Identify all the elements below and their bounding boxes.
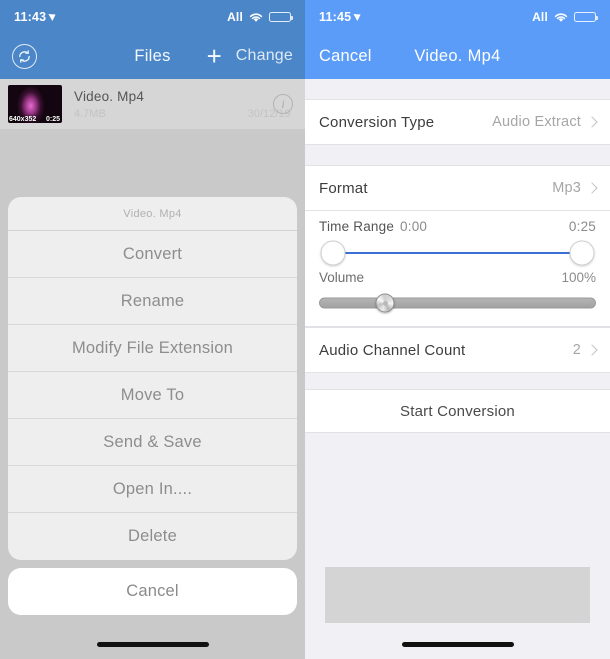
time-range-end-value: 0:25: [568, 219, 596, 234]
left-phone-screen: 11:43 All Files + Change 640x352 0:25 Vi…: [0, 0, 305, 659]
time-range-track-line: [329, 252, 586, 254]
carrier-label: All: [227, 9, 243, 24]
time-range-start-handle[interactable]: [320, 240, 346, 266]
file-sub-row: 4.7MB 30/12/19: [74, 107, 291, 120]
action-sheet-cancel-button[interactable]: Cancel: [8, 568, 297, 615]
thumbnail-resolution-label: 640x352: [9, 116, 37, 123]
location-arrow-icon: [48, 10, 58, 21]
action-sheet-panel: Video. Mp4 Convert Rename Modify File Ex…: [8, 197, 297, 560]
volume-value: 100%: [561, 270, 596, 285]
status-time: 11:45: [319, 9, 352, 24]
row-audio-channel-count[interactable]: Audio Channel Count 2: [305, 327, 610, 373]
chevron-right-icon: [586, 344, 598, 356]
action-sheet-title: Video. Mp4: [8, 197, 297, 231]
format-label: Format: [319, 179, 368, 197]
volume-track: [319, 297, 596, 309]
audio-channel-count-label: Audio Channel Count: [319, 341, 466, 359]
video-thumbnail: 640x352 0:25: [8, 85, 62, 123]
conversion-type-value: Audio Extract: [492, 114, 581, 130]
battery-icon: [574, 11, 598, 22]
wifi-icon: [249, 12, 263, 22]
home-indicator: [96, 642, 209, 647]
chevron-right-icon: [586, 182, 598, 194]
thumbnail-duration-label: 0:25: [45, 116, 60, 123]
volume-handle[interactable]: [375, 293, 395, 313]
home-indicator: [401, 642, 514, 647]
right-nav-bar: Cancel Video. Mp4: [305, 33, 610, 79]
chevron-right-icon: [586, 116, 598, 128]
time-range-slider[interactable]: [319, 240, 596, 266]
ad-banner-placeholder[interactable]: [325, 567, 590, 623]
status-bar-right-group: All: [532, 9, 598, 24]
action-sheet-item-rename[interactable]: Rename: [8, 278, 297, 325]
action-sheet: Video. Mp4 Convert Rename Modify File Ex…: [8, 197, 297, 615]
action-sheet-item-open-in[interactable]: Open In....: [8, 466, 297, 513]
time-range-header: Time Range 0:00 0:25: [319, 219, 596, 234]
add-file-button[interactable]: +: [207, 43, 222, 69]
section-gap: [305, 79, 610, 99]
conversion-type-value-group: Audio Extract: [492, 114, 598, 130]
time-range-label: Time Range: [319, 219, 395, 234]
status-bar-right-group: All: [227, 9, 293, 24]
dual-screenshot-container: 11:43 All Files + Change 640x352 0:25 Vi…: [0, 0, 610, 659]
time-range-start-value: 0:00: [400, 219, 428, 234]
info-icon[interactable]: i: [273, 94, 293, 114]
change-button[interactable]: Change: [236, 47, 293, 65]
right-status-bar: 11:45 All: [305, 0, 610, 33]
status-bar-left-group: 11:45: [319, 9, 363, 24]
action-sheet-item-move-to[interactable]: Move To: [8, 372, 297, 419]
left-nav-bar: Files + Change: [0, 33, 305, 79]
nav-right-group: + Change: [207, 43, 293, 69]
action-sheet-item-modify-file-extension[interactable]: Modify File Extension: [8, 325, 297, 372]
row-format[interactable]: Format Mp3: [305, 165, 610, 211]
audio-channel-count-value: 2: [572, 342, 581, 358]
status-bar-left-group: 11:43: [14, 9, 58, 24]
location-arrow-icon: [353, 10, 363, 21]
left-status-bar: 11:43 All: [0, 0, 305, 33]
audio-channel-count-value-group: 2: [572, 342, 598, 358]
volume-slider[interactable]: [319, 292, 596, 314]
time-range-block: Time Range 0:00 0:25 Volume 100%: [305, 211, 610, 327]
action-sheet-item-delete[interactable]: Delete: [8, 513, 297, 560]
row-conversion-type[interactable]: Conversion Type Audio Extract: [305, 99, 610, 145]
volume-header: Volume 100%: [319, 270, 596, 285]
section-gap: [305, 145, 610, 165]
format-value: Mp3: [552, 180, 581, 196]
action-sheet-item-convert[interactable]: Convert: [8, 231, 297, 278]
file-size-label: 4.7MB: [74, 107, 106, 120]
wifi-icon: [554, 12, 568, 22]
battery-icon: [269, 11, 293, 22]
file-name-label: Video. Mp4: [74, 88, 145, 104]
status-time: 11:43: [14, 9, 47, 24]
right-phone-screen: 11:45 All Cancel Video. Mp4 Conversion T…: [305, 0, 610, 659]
cancel-button[interactable]: Cancel: [319, 47, 372, 66]
volume-label: Volume: [319, 270, 365, 285]
time-range-end-handle[interactable]: [569, 240, 595, 266]
action-sheet-item-send-and-save[interactable]: Send & Save: [8, 419, 297, 466]
conversion-type-label: Conversion Type: [319, 113, 435, 131]
sync-icon[interactable]: [12, 43, 37, 69]
file-meta: Video. Mp4 4.7MB 30/12/19: [74, 88, 291, 120]
carrier-label: All: [532, 9, 548, 24]
format-value-group: Mp3: [552, 180, 598, 196]
start-conversion-button[interactable]: Start Conversion: [305, 389, 610, 433]
file-list-row[interactable]: 640x352 0:25 Video. Mp4 4.7MB 30/12/19 i: [0, 79, 305, 129]
section-gap: [305, 373, 610, 389]
